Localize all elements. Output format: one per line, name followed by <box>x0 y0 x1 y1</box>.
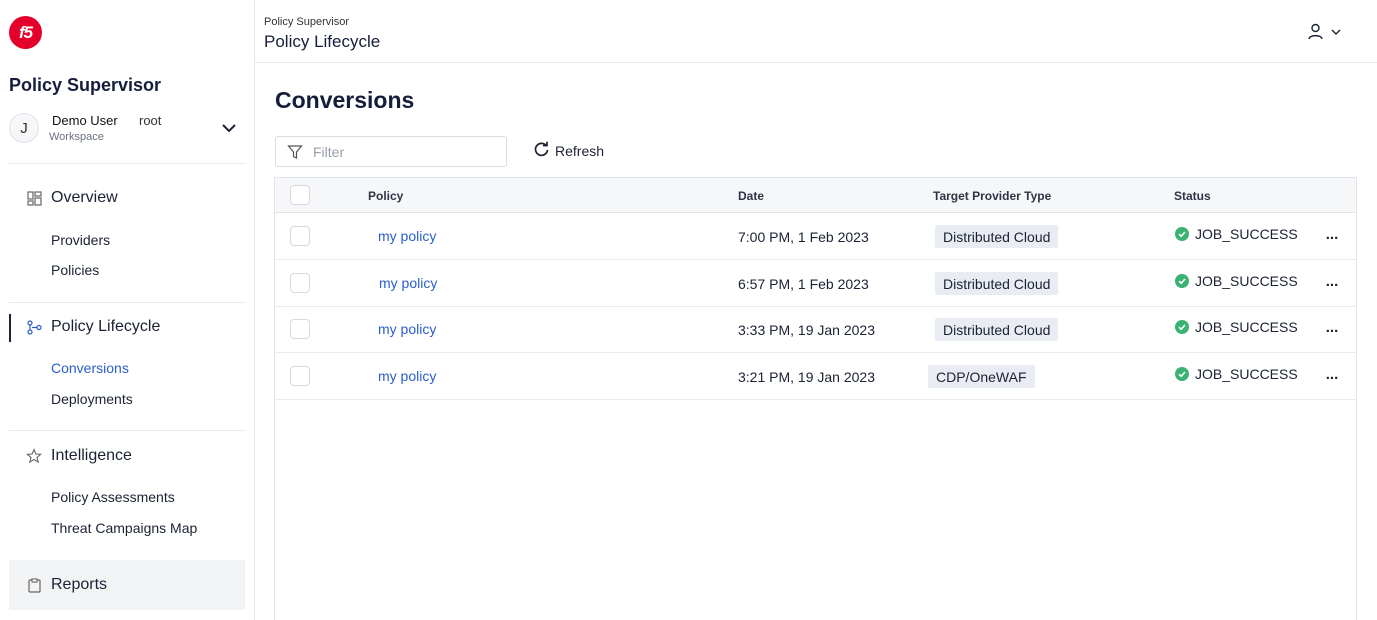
avatar: J <box>9 113 39 143</box>
filter-icon <box>287 144 303 160</box>
select-all-checkbox[interactable] <box>290 185 310 205</box>
conversions-table: Policy Date Target Provider Type Status … <box>274 177 1357 620</box>
top-header: Policy Supervisor Policy Lifecycle <box>255 0 1377 63</box>
sidebar-item-policy-lifecycle[interactable]: Policy Lifecycle <box>9 307 245 347</box>
status-badge: JOB_SUCCESS <box>1175 366 1298 382</box>
star-icon <box>26 448 42 464</box>
column-header-date[interactable]: Date <box>738 189 764 203</box>
user-menu[interactable] <box>1307 23 1347 45</box>
sidebar-item-label: Overview <box>51 189 118 206</box>
lifecycle-icon <box>26 319 42 335</box>
divider <box>9 302 245 303</box>
sidebar-item-policies[interactable]: Policies <box>51 262 99 278</box>
table-header: Policy Date Target Provider Type Status <box>275 178 1356 213</box>
row-menu-button[interactable]: ... <box>1321 365 1343 385</box>
status-badge: JOB_SUCCESS <box>1175 226 1298 242</box>
row-menu-button[interactable]: ... <box>1321 272 1343 292</box>
app-title: Policy Supervisor <box>9 75 162 95</box>
dashboard-icon <box>26 190 42 206</box>
chevron-down-icon <box>1330 25 1342 43</box>
workspace-role: root <box>139 113 162 128</box>
policy-link[interactable]: my policy <box>379 275 437 291</box>
sidebar-item-intelligence[interactable]: Intelligence <box>9 436 245 476</box>
workspace-selector[interactable]: J Demo User root Workspace <box>9 110 245 152</box>
breadcrumb[interactable]: Policy Supervisor <box>264 16 349 28</box>
logo-text: f5 <box>18 22 33 42</box>
date-cell: 7:00 PM, 1 Feb 2023 <box>738 229 869 245</box>
table-row[interactable]: my policy 3:33 PM, 19 Jan 2023 Distribut… <box>275 306 1356 353</box>
row-menu-button[interactable]: ... <box>1321 225 1343 245</box>
table-row[interactable]: my policy 3:21 PM, 19 Jan 2023 CDP/OneWA… <box>275 353 1356 400</box>
date-cell: 3:21 PM, 19 Jan 2023 <box>738 369 875 385</box>
policy-link[interactable]: my policy <box>378 228 436 244</box>
status-badge: JOB_SUCCESS <box>1175 319 1298 335</box>
date-cell: 6:57 PM, 1 Feb 2023 <box>738 276 869 292</box>
column-header-status[interactable]: Status <box>1174 189 1211 203</box>
sidebar-item-conversions[interactable]: Conversions <box>51 360 129 376</box>
check-circle-icon <box>1175 320 1189 334</box>
divider <box>9 163 245 164</box>
table-row[interactable]: my policy 7:00 PM, 1 Feb 2023 Distribute… <box>275 213 1356 260</box>
sidebar-item-providers[interactable]: Providers <box>51 232 110 248</box>
sidebar: f5 Policy Supervisor J Demo User root Wo… <box>0 0 255 620</box>
status-text: JOB_SUCCESS <box>1195 273 1298 289</box>
check-circle-icon <box>1175 227 1189 241</box>
date-cell: 3:33 PM, 19 Jan 2023 <box>738 322 875 338</box>
target-type-tag: Distributed Cloud <box>935 318 1059 341</box>
status-badge: JOB_SUCCESS <box>1175 273 1298 289</box>
target-type-tag: Distributed Cloud <box>935 272 1059 295</box>
check-circle-icon <box>1175 274 1189 288</box>
refresh-icon <box>533 141 550 161</box>
table-row[interactable]: my policy 6:57 PM, 1 Feb 2023 Distribute… <box>275 260 1356 307</box>
sidebar-item-threat-campaigns-map[interactable]: Threat Campaigns Map <box>51 520 197 536</box>
filter-field[interactable] <box>275 136 507 167</box>
status-text: JOB_SUCCESS <box>1195 319 1298 335</box>
header-title: Policy Lifecycle <box>264 32 381 51</box>
divider <box>9 430 245 431</box>
check-circle-icon <box>1175 367 1189 381</box>
page-title: Conversions <box>275 87 415 113</box>
sidebar-item-label: Intelligence <box>51 447 132 464</box>
row-menu-button[interactable]: ... <box>1321 318 1343 338</box>
workspace-label: Workspace <box>49 131 104 143</box>
row-checkbox[interactable] <box>290 366 310 386</box>
row-checkbox[interactable] <box>290 226 310 246</box>
sidebar-item-deployments[interactable]: Deployments <box>51 391 133 407</box>
f5-logo[interactable]: f5 <box>9 16 42 49</box>
target-type-tag: CDP/OneWAF <box>928 365 1035 388</box>
row-checkbox[interactable] <box>290 273 310 293</box>
workspace-user: Demo User <box>52 113 118 128</box>
status-text: JOB_SUCCESS <box>1195 366 1298 382</box>
sidebar-item-label: Reports <box>51 576 108 593</box>
target-type-tag: Distributed Cloud <box>935 225 1059 248</box>
clipboard-icon <box>26 577 42 593</box>
filter-input[interactable] <box>313 143 493 160</box>
column-header-policy[interactable]: Policy <box>368 189 403 203</box>
policy-link[interactable]: my policy <box>378 368 436 384</box>
sidebar-item-label: Policy Lifecycle <box>51 318 161 335</box>
user-icon <box>1307 23 1324 45</box>
status-text: JOB_SUCCESS <box>1195 226 1298 242</box>
policy-link[interactable]: my policy <box>378 321 436 337</box>
sidebar-item-overview[interactable]: Overview <box>9 178 245 218</box>
sidebar-item-reports[interactable]: Reports <box>9 560 245 610</box>
row-checkbox[interactable] <box>290 319 310 339</box>
column-header-target-provider-type[interactable]: Target Provider Type <box>933 189 1051 203</box>
refresh-label: Refresh <box>555 143 605 159</box>
refresh-button[interactable]: Refresh <box>533 141 604 161</box>
sidebar-item-policy-assessments[interactable]: Policy Assessments <box>51 489 175 505</box>
chevron-down-icon[interactable] <box>219 118 239 138</box>
